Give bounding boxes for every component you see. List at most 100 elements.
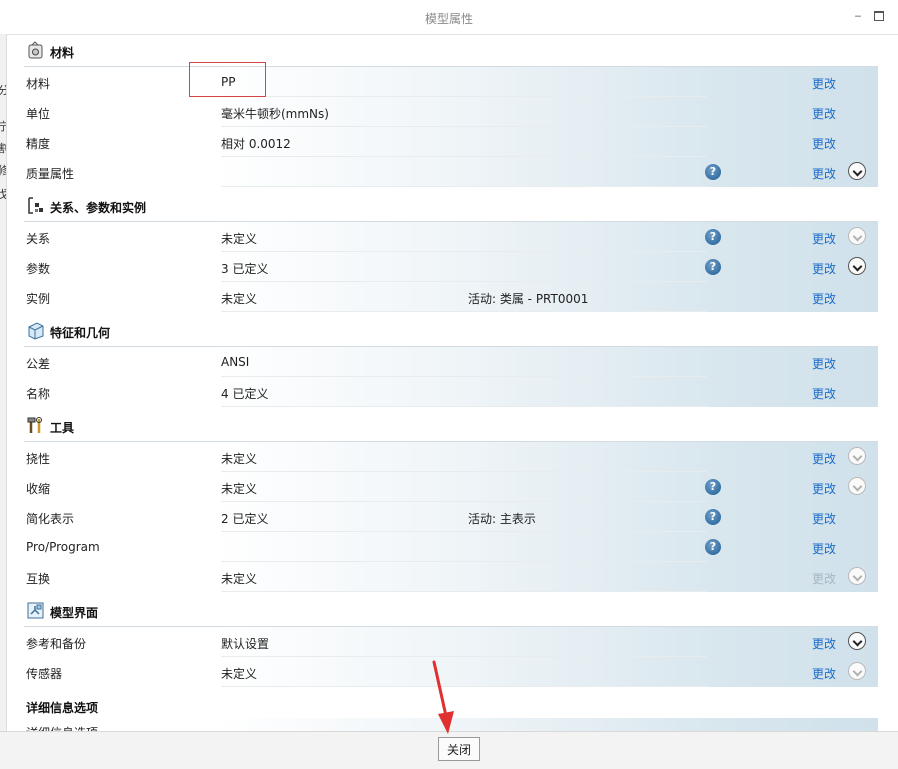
change-link[interactable]: 更改 [812,355,836,372]
expand-chevron-icon[interactable] [848,632,866,650]
material-icon [26,41,45,60]
property-value: 2 已定义 [221,512,269,526]
change-link[interactable]: 更改 [812,75,836,92]
property-label: 实例 [26,292,51,306]
change-link[interactable]: 更改 [812,165,836,182]
property-label: 精度 [26,137,51,151]
row-underline [221,591,707,592]
property-row: 收缩 未定义? 更改 [24,472,878,502]
section-header: 工具 [24,409,878,442]
property-row: 实例 未定义 活动: 类属 - PRT0001 更改 [24,282,878,312]
background-text: 割 [0,140,6,156]
property-value: 未定义 [221,292,258,306]
property-label: 关系 [26,232,51,246]
tools-icon [26,416,45,435]
property-row: 关系 未定义? 更改 [24,222,878,252]
section-title: 关系、参数和实例 [50,201,147,215]
change-link[interactable]: 更改 [812,450,836,467]
property-row: 参考和备份 默认设置 更改 [24,627,878,657]
help-icon[interactable]: ? [705,479,721,495]
section-header: 关系、参数和实例 [24,189,878,222]
change-link[interactable]: 更改 [812,665,836,682]
background-text: 戈 [0,186,6,202]
minimize-icon[interactable]: ‒ [851,9,865,23]
change-link[interactable]: 更改 [812,385,836,402]
change-link[interactable]: 更改 [812,105,836,122]
property-row: 挠性 未定义 更改 [24,442,878,472]
close-button[interactable]: 关闭 [438,737,480,761]
row-underline [221,686,707,687]
property-label: 互换 [26,572,51,586]
feature-geometry-icon [26,321,45,340]
background-text: 修 [0,162,6,178]
property-row: 参数 3 已定义? 更改 [24,252,878,282]
expand-chevron-icon[interactable] [848,662,866,680]
property-activity: 活动: 类属 - PRT0001 [468,292,589,306]
change-link[interactable]: 更改 [812,540,836,557]
property-value: ANSI [221,355,250,369]
property-label: 收缩 [26,482,51,496]
property-value: 未定义 [221,482,258,496]
property-row: Pro/Program? 更改 [24,532,878,562]
material-highlight-box [189,62,266,97]
property-row: 互换 未定义 更改 [24,562,878,592]
property-value: 未定义 [221,667,258,681]
change-link[interactable]: 更改 [812,135,836,152]
property-label: 参数 [26,262,51,276]
partial-row: 详细信息选项 [24,718,878,732]
expand-chevron-icon[interactable] [848,227,866,245]
property-label: 简化表示 [26,512,75,526]
property-value: 未定义 [221,572,258,586]
property-value: 4 已定义 [221,387,269,401]
property-row: 公差 ANSI 更改 [24,347,878,377]
help-icon[interactable]: ? [705,509,721,525]
section-header: 模型界面 [24,594,878,627]
change-link[interactable]: 更改 [812,635,836,652]
section-title: 特征和几何 [50,326,111,340]
expand-chevron-icon[interactable] [848,162,866,180]
background-text: 分 [0,82,6,98]
expand-chevron-icon[interactable] [848,257,866,275]
property-row: 质量属性? 更改 [24,157,878,187]
property-activity: 活动: 主表示 [468,512,536,526]
property-label: 质量属性 [26,167,75,181]
expand-chevron-icon[interactable] [848,447,866,465]
property-label: 参考和备份 [26,637,87,651]
help-icon[interactable]: ? [705,539,721,555]
change-link[interactable]: 更改 [812,230,836,247]
property-value: 相对 0.0012 [221,137,291,151]
expand-chevron-icon[interactable] [848,477,866,495]
property-row: 名称 4 已定义 更改 [24,377,878,407]
section-title: 材料 [50,46,75,60]
section-header: 材料 [24,34,878,67]
help-icon[interactable]: ? [705,164,721,180]
change-link[interactable]: 更改 [812,510,836,527]
property-row: 精度 相对 0.0012 更改 [24,127,878,157]
model-interface-icon [26,601,45,620]
expand-chevron-icon[interactable] [848,567,866,585]
relations-icon [26,196,45,215]
help-icon[interactable]: ? [705,229,721,245]
maximize-icon[interactable] [872,9,886,23]
property-value: 3 已定义 [221,262,269,276]
section-title: 工具 [50,421,75,435]
window-title: 模型属性 [424,12,473,26]
section-header: 特征和几何 [24,314,878,347]
background-text: 宁 [0,118,6,134]
property-row: 材料 PP 更改 [24,67,878,97]
change-link[interactable]: 更改 [812,260,836,277]
property-label: 挠性 [26,452,51,466]
help-icon[interactable]: ? [705,259,721,275]
section-title: 详细信息选项 [26,701,99,715]
property-row: 传感器 未定义 更改 [24,657,878,687]
property-label: Pro/Program [26,540,100,554]
change-link[interactable]: 更改 [812,290,836,307]
property-label: 传感器 [26,667,63,681]
close-window-icon[interactable] [889,9,898,23]
change-link[interactable]: 更改 [812,480,836,497]
property-row: 简化表示 2 已定义 活动: 主表示? 更改 [24,502,878,532]
property-label: 名称 [26,387,51,401]
property-label: 公差 [26,357,51,371]
property-value: 毫米牛顿秒(mmNs) [221,107,329,121]
row-underline [221,186,707,187]
